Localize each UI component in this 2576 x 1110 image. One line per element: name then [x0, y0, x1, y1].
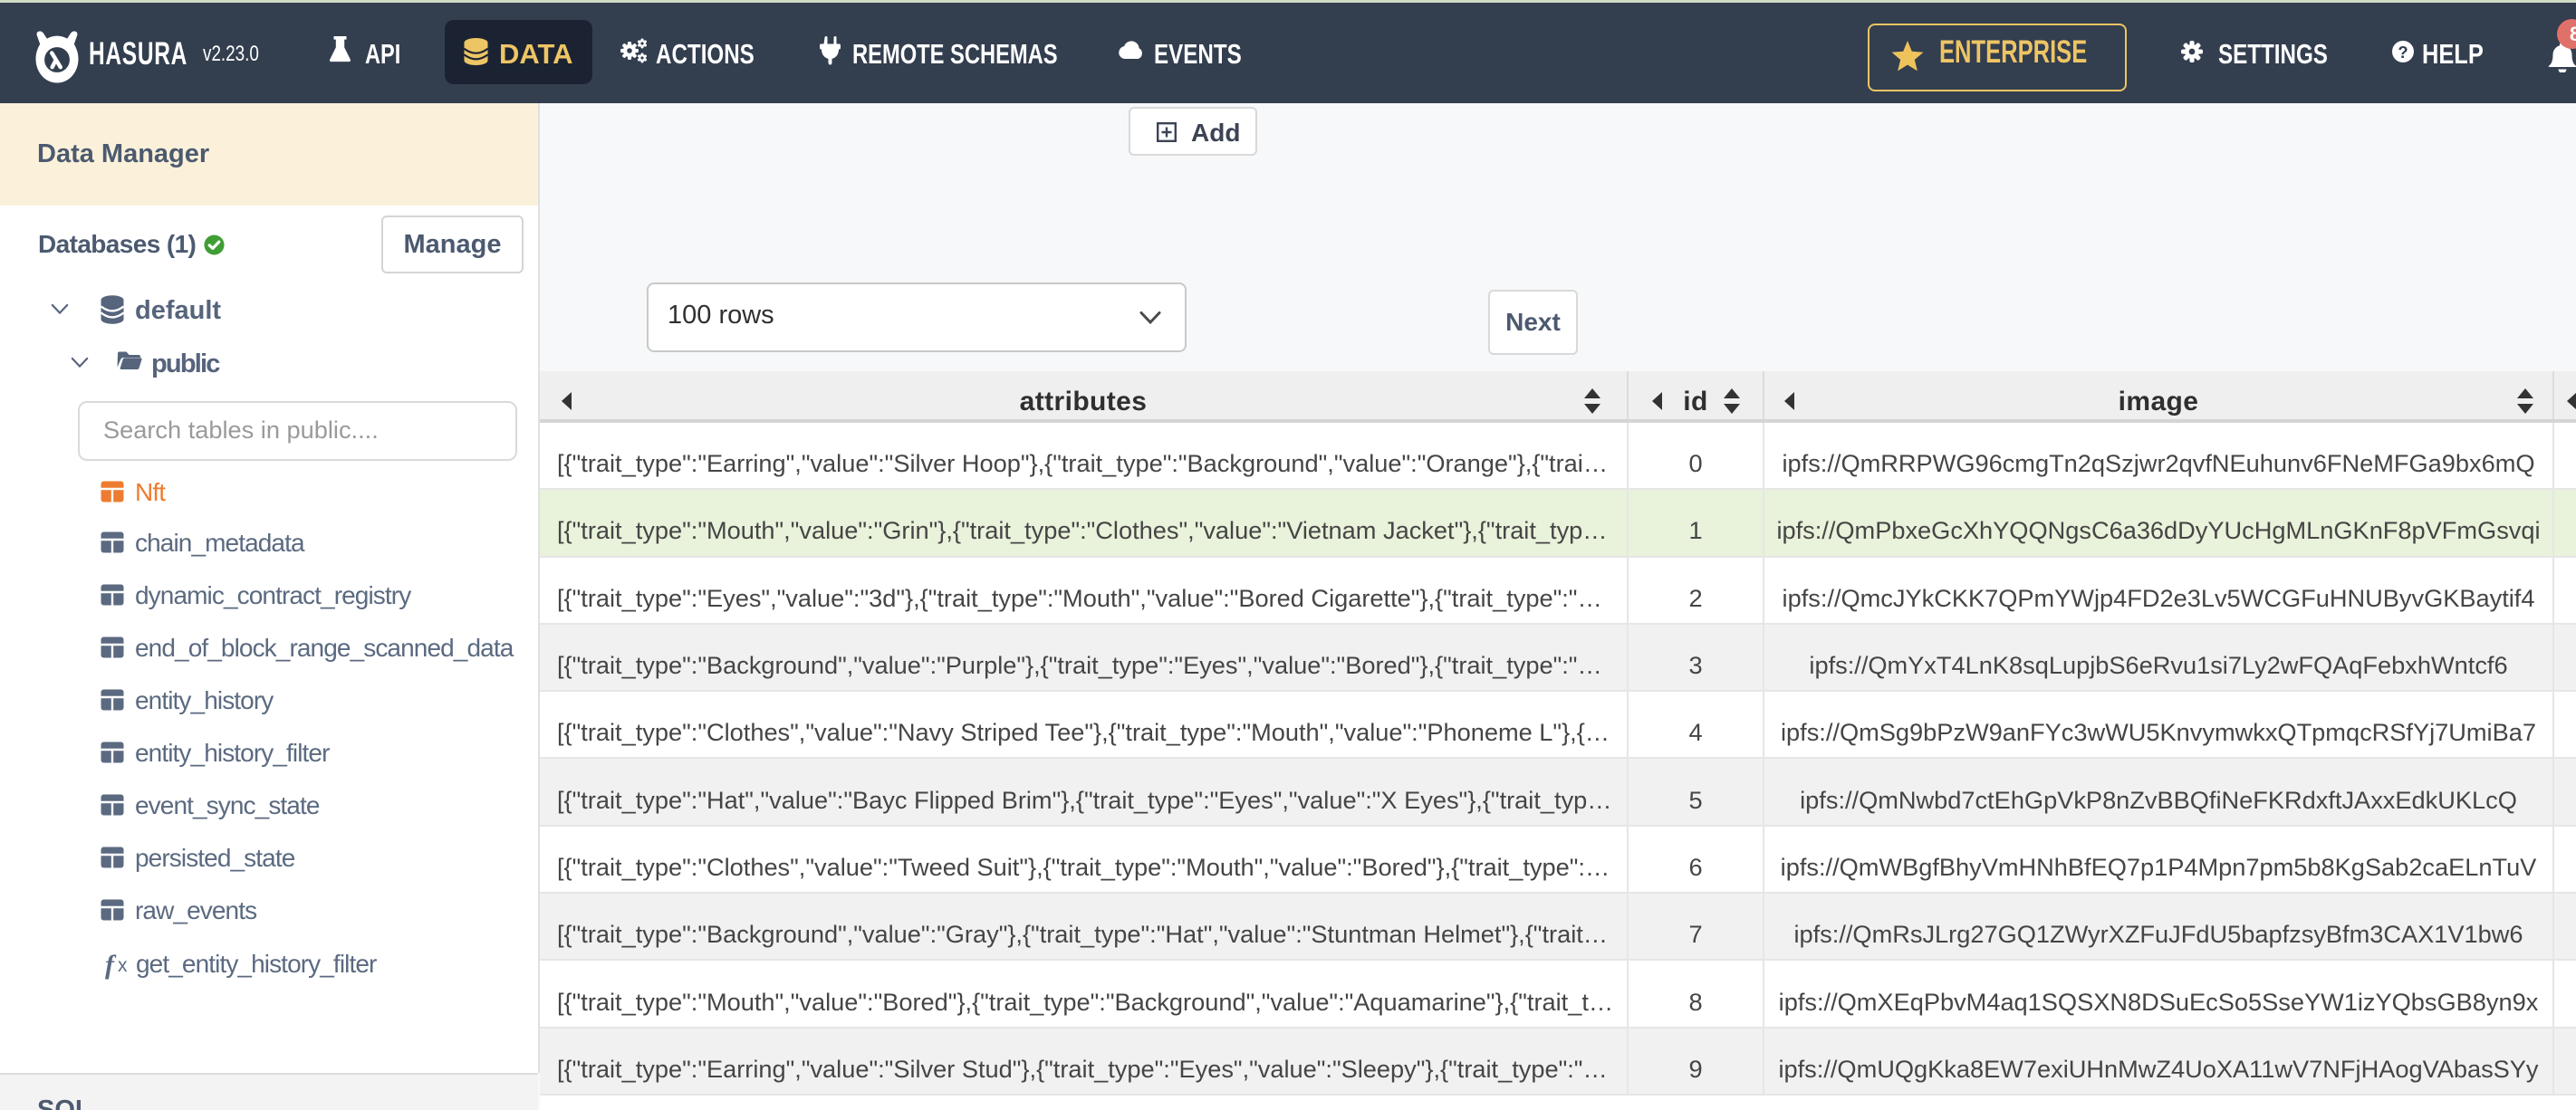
svg-text:?: ?	[2398, 43, 2408, 62]
